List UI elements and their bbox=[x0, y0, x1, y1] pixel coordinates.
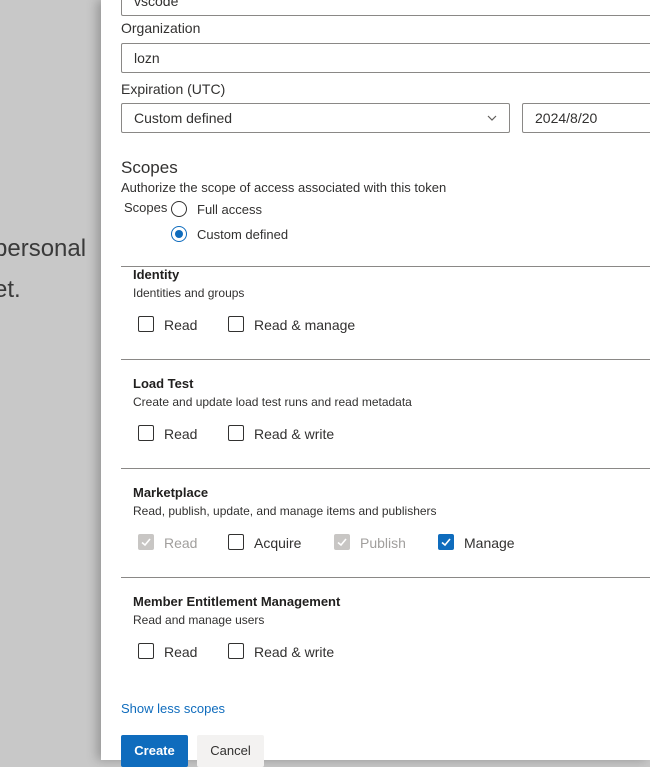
token-name-input[interactable]: vscode bbox=[121, 0, 650, 16]
section-divider bbox=[121, 266, 650, 267]
scope-section-description: Read and manage users bbox=[133, 613, 265, 627]
page-backdrop: personal et. bbox=[0, 0, 101, 760]
identity-read-label[interactable]: Read bbox=[164, 317, 197, 333]
member-read-label[interactable]: Read bbox=[164, 644, 197, 660]
show-less-scopes-link[interactable]: Show less scopes bbox=[121, 701, 225, 716]
expiration-select-value: Custom defined bbox=[134, 110, 233, 126]
expiration-label: Expiration (UTC) bbox=[121, 81, 226, 97]
loadtest-read-write-label[interactable]: Read & write bbox=[254, 426, 334, 442]
scope-section-description: Identities and groups bbox=[133, 286, 245, 300]
marketplace-acquire-checkbox[interactable] bbox=[228, 534, 244, 550]
checkmark-icon bbox=[441, 538, 451, 547]
identity-read-checkbox[interactable] bbox=[138, 316, 154, 332]
marketplace-acquire-label[interactable]: Acquire bbox=[254, 535, 301, 551]
loadtest-read-checkbox[interactable] bbox=[138, 425, 154, 441]
cancel-button[interactable]: Cancel bbox=[197, 735, 264, 767]
create-token-panel: vscode Organization lozn Expiration (UTC… bbox=[101, 0, 650, 767]
identity-read-manage-checkbox[interactable] bbox=[228, 316, 244, 332]
loadtest-read-write-checkbox[interactable] bbox=[228, 425, 244, 441]
marketplace-read-label: Read bbox=[164, 535, 198, 551]
create-button[interactable]: Create bbox=[121, 735, 188, 767]
checkmark-icon bbox=[141, 538, 151, 547]
scopes-radio-group-label: Scopes bbox=[124, 200, 168, 215]
member-read-write-label[interactable]: Read & write bbox=[254, 644, 334, 660]
marketplace-manage-label[interactable]: Manage bbox=[464, 535, 515, 551]
organization-label: Organization bbox=[121, 20, 201, 36]
marketplace-publish-label: Publish bbox=[360, 535, 406, 551]
scope-section-title: Identity bbox=[133, 267, 180, 282]
section-divider bbox=[121, 577, 650, 578]
loadtest-read-label[interactable]: Read bbox=[164, 426, 197, 442]
chevron-down-icon bbox=[487, 115, 497, 121]
section-divider bbox=[121, 468, 650, 469]
member-read-write-checkbox[interactable] bbox=[228, 643, 244, 659]
organization-input[interactable]: lozn bbox=[121, 43, 650, 73]
full-access-label[interactable]: Full access bbox=[197, 202, 262, 217]
scope-section-title: Marketplace bbox=[133, 485, 209, 500]
scope-section-description: Read, publish, update, and manage items … bbox=[133, 504, 437, 518]
background-text-line: personal bbox=[0, 235, 87, 262]
expiration-date-input[interactable]: 2024/8/20 bbox=[522, 103, 650, 133]
scope-section-description: Create and update load test runs and rea… bbox=[133, 395, 412, 409]
custom-defined-label[interactable]: Custom defined bbox=[197, 227, 288, 242]
custom-defined-radio[interactable] bbox=[171, 226, 187, 242]
marketplace-manage-checkbox[interactable] bbox=[438, 534, 454, 550]
scopes-heading: Scopes bbox=[121, 158, 178, 177]
full-access-radio[interactable] bbox=[171, 201, 187, 217]
scope-section-title: Member Entitlement Management bbox=[133, 594, 341, 609]
marketplace-read-checkbox bbox=[138, 534, 154, 550]
member-read-checkbox[interactable] bbox=[138, 643, 154, 659]
section-divider bbox=[121, 359, 650, 360]
scope-section-title: Load Test bbox=[133, 376, 194, 391]
marketplace-publish-checkbox bbox=[334, 534, 350, 550]
identity-read-manage-label[interactable]: Read & manage bbox=[254, 317, 355, 333]
background-text-line: et. bbox=[0, 276, 21, 303]
checkmark-icon bbox=[337, 538, 347, 547]
expiration-select[interactable]: Custom defined bbox=[121, 103, 510, 133]
scopes-description: Authorize the scope of access associated… bbox=[121, 180, 447, 195]
